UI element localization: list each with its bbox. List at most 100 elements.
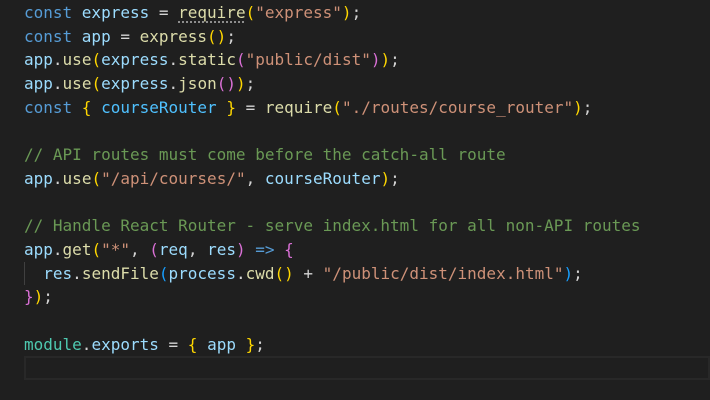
code-token: res <box>43 263 73 283</box>
code-token: = <box>149 3 179 22</box>
code-token: . <box>235 263 246 283</box>
current-line[interactable]: ​ <box>24 356 710 380</box>
code-token: get <box>62 239 92 259</box>
code-token: = <box>158 334 188 354</box>
code-line[interactable]: const { courseRouter } = require("./rout… <box>0 96 710 120</box>
code-token: app <box>24 74 53 94</box>
code-token: use <box>62 74 92 94</box>
code-token: ) <box>563 263 574 283</box>
code-line[interactable]: // API routes must come before the catch… <box>0 143 710 167</box>
code-token: ; <box>43 287 53 307</box>
code-token: json <box>178 74 217 94</box>
code-token: () <box>274 263 294 283</box>
code-token: ( <box>245 3 256 22</box>
code-token: ( <box>91 239 102 259</box>
code-token: . <box>52 239 63 259</box>
code-token: process <box>168 263 236 283</box>
code-line[interactable]: }); <box>0 285 710 309</box>
code-line[interactable]: app.use(express.json()); <box>0 72 710 96</box>
code-line[interactable]: module.exports = { app }; <box>0 333 710 357</box>
code-token: use <box>62 50 92 70</box>
code-token: ; <box>226 26 236 46</box>
code-token: , <box>245 168 265 188</box>
code-token: ; <box>255 334 265 354</box>
code-line[interactable]: const app = express(); <box>0 25 710 49</box>
code-token: ( <box>158 263 169 283</box>
code-token: ; <box>351 3 362 22</box>
code-token: const <box>24 26 82 46</box>
code-token: require <box>264 97 333 117</box>
code-token: . <box>52 74 63 94</box>
code-line[interactable]: res.sendFile(process.cwd() + "/public/di… <box>0 261 710 286</box>
code-token: res <box>207 239 236 259</box>
code-token: "./routes/course_router" <box>341 97 574 117</box>
code-token: ) <box>380 50 391 70</box>
code-token: const <box>24 97 82 117</box>
code-token: app <box>24 239 53 259</box>
code-token: const <box>24 3 82 22</box>
code-token: express <box>101 74 169 94</box>
code-line[interactable]: const express = require("express"); <box>0 1 710 25</box>
code-token: ) <box>235 74 246 94</box>
code-line[interactable]: ​ <box>0 309 710 333</box>
code-token: . <box>168 50 179 70</box>
code-token: app <box>207 334 236 354</box>
code-token: ( <box>235 50 246 70</box>
code-token: ( <box>91 168 102 188</box>
code-token: ( <box>91 74 102 94</box>
code-token: . <box>81 334 92 354</box>
code-token: { <box>81 97 92 117</box>
code-token: sendFile <box>81 263 159 283</box>
code-token: courseRouter <box>264 168 381 188</box>
code-token: } <box>245 334 256 354</box>
code-token: // Handle React Router - serve index.htm… <box>24 216 641 236</box>
code-token: ) <box>33 287 44 307</box>
code-token: "public/dist" <box>245 50 371 70</box>
code-line[interactable]: ​ <box>0 119 710 143</box>
code-token: // API routes must come before the catch… <box>24 145 506 165</box>
code-token: () <box>207 26 227 46</box>
code-token: app <box>24 168 53 188</box>
code-token: ) <box>235 239 246 259</box>
code-token: { <box>187 334 198 354</box>
code-line[interactable]: app.get("*", (req, res) => { <box>0 238 710 262</box>
code-token: use <box>62 168 92 188</box>
code-editor[interactable]: const express = require("express"); const… <box>0 1 710 380</box>
code-token: ; <box>390 168 400 188</box>
indent-guide <box>24 261 25 286</box>
code-line[interactable]: app.use("/api/courses/", courseRouter); <box>0 167 710 191</box>
code-token: { <box>284 239 294 259</box>
code-token: require <box>178 3 246 22</box>
code-token: ( <box>149 239 159 259</box>
code-line[interactable]: app.use(express.static("public/dist")); <box>0 48 710 72</box>
code-token: ( <box>91 50 102 70</box>
code-token: = <box>110 26 140 46</box>
code-token: ; <box>582 97 593 117</box>
code-token: } <box>24 287 34 307</box>
code-token: ) <box>573 97 583 117</box>
code-token: = <box>235 97 265 117</box>
code-line[interactable]: ​ <box>0 191 710 215</box>
code-line[interactable]: // Handle React Router - serve index.htm… <box>0 214 710 238</box>
code-token: exports <box>91 334 159 354</box>
code-token: "/api/courses/" <box>101 168 246 188</box>
code-token: module <box>24 334 82 354</box>
code-token: + <box>293 263 323 283</box>
code-token: () <box>216 74 236 94</box>
code-token: "*" <box>101 239 130 259</box>
code-token: } <box>226 97 236 117</box>
code-token: ) <box>341 3 352 22</box>
code-token: express <box>101 50 169 70</box>
code-token: . <box>52 50 63 70</box>
code-token: , <box>187 239 208 259</box>
code-token: => <box>245 239 285 259</box>
code-token: ( <box>332 97 342 117</box>
code-token: app <box>24 50 53 70</box>
code-token: , <box>130 239 150 259</box>
code-token: courseRouter <box>101 97 217 117</box>
